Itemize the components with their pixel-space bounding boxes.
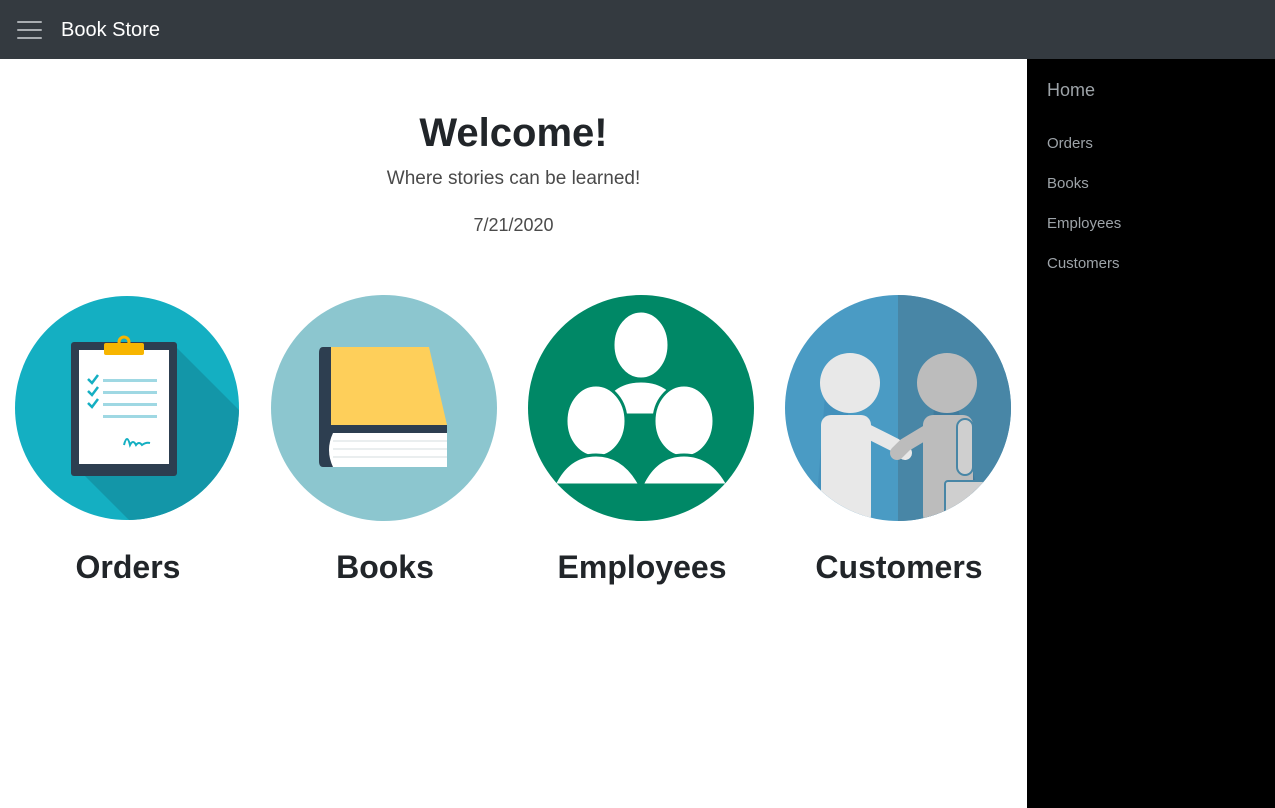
page-title: Welcome!	[419, 111, 608, 155]
tile-books[interactable]: Books	[271, 295, 499, 595]
sidebar-item-home[interactable]: Home	[1047, 79, 1095, 101]
tile-orders-label: Orders	[75, 549, 181, 585]
brand-title[interactable]: Book Store	[61, 18, 160, 42]
sidebar: Home Orders Books Employees Customers	[1027, 59, 1275, 808]
sidebar-item-customers[interactable]: Customers	[1047, 254, 1120, 274]
sidebar-item-orders[interactable]: Orders	[1047, 134, 1093, 154]
sidebar-item-books[interactable]: Books	[1047, 174, 1089, 194]
tile-employees-label: Employees	[557, 549, 727, 585]
page-subtitle: Where stories can be learned!	[386, 168, 641, 189]
tile-orders[interactable]: Orders	[14, 295, 242, 595]
tile-employees[interactable]: Employees	[528, 295, 756, 595]
current-date: 7/21/2020	[473, 215, 554, 235]
sidebar-item-employees[interactable]: Employees	[1047, 214, 1121, 234]
tile-customers[interactable]: Customers	[785, 295, 1013, 595]
handshake-icon	[785, 295, 1011, 521]
hamburger-menu-icon[interactable]	[17, 21, 42, 39]
clipboard-icon	[15, 296, 239, 520]
tile-books-label: Books	[336, 549, 434, 585]
people-group-icon	[528, 295, 754, 521]
tile-customers-label: Customers	[815, 549, 983, 585]
top-navbar: Book Store	[0, 0, 1275, 59]
main-content: Welcome! Where stories can be learned! 7…	[0, 59, 1027, 808]
book-icon	[271, 295, 497, 521]
